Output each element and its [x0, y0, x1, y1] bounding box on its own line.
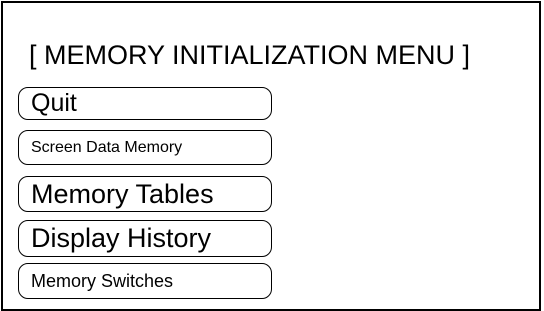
memory-tables-button-label: Memory Tables — [31, 178, 214, 209]
display-history-button[interactable]: Display History — [18, 220, 272, 257]
screen-data-memory-button-label: Screen Data Memory — [31, 138, 183, 156]
memory-switches-button-label: Memory Switches — [31, 270, 174, 291]
quit-button[interactable]: Quit — [18, 87, 272, 120]
menu-title: [ MEMORY INITIALIZATION MENU ] — [29, 40, 471, 70]
screen-data-memory-button[interactable]: Screen Data Memory — [18, 130, 272, 165]
display-history-button-label: Display History — [31, 223, 212, 253]
quit-button-label: Quit — [31, 89, 77, 117]
memory-tables-button[interactable]: Memory Tables — [18, 176, 272, 212]
memory-switches-button[interactable]: Memory Switches — [18, 263, 272, 299]
